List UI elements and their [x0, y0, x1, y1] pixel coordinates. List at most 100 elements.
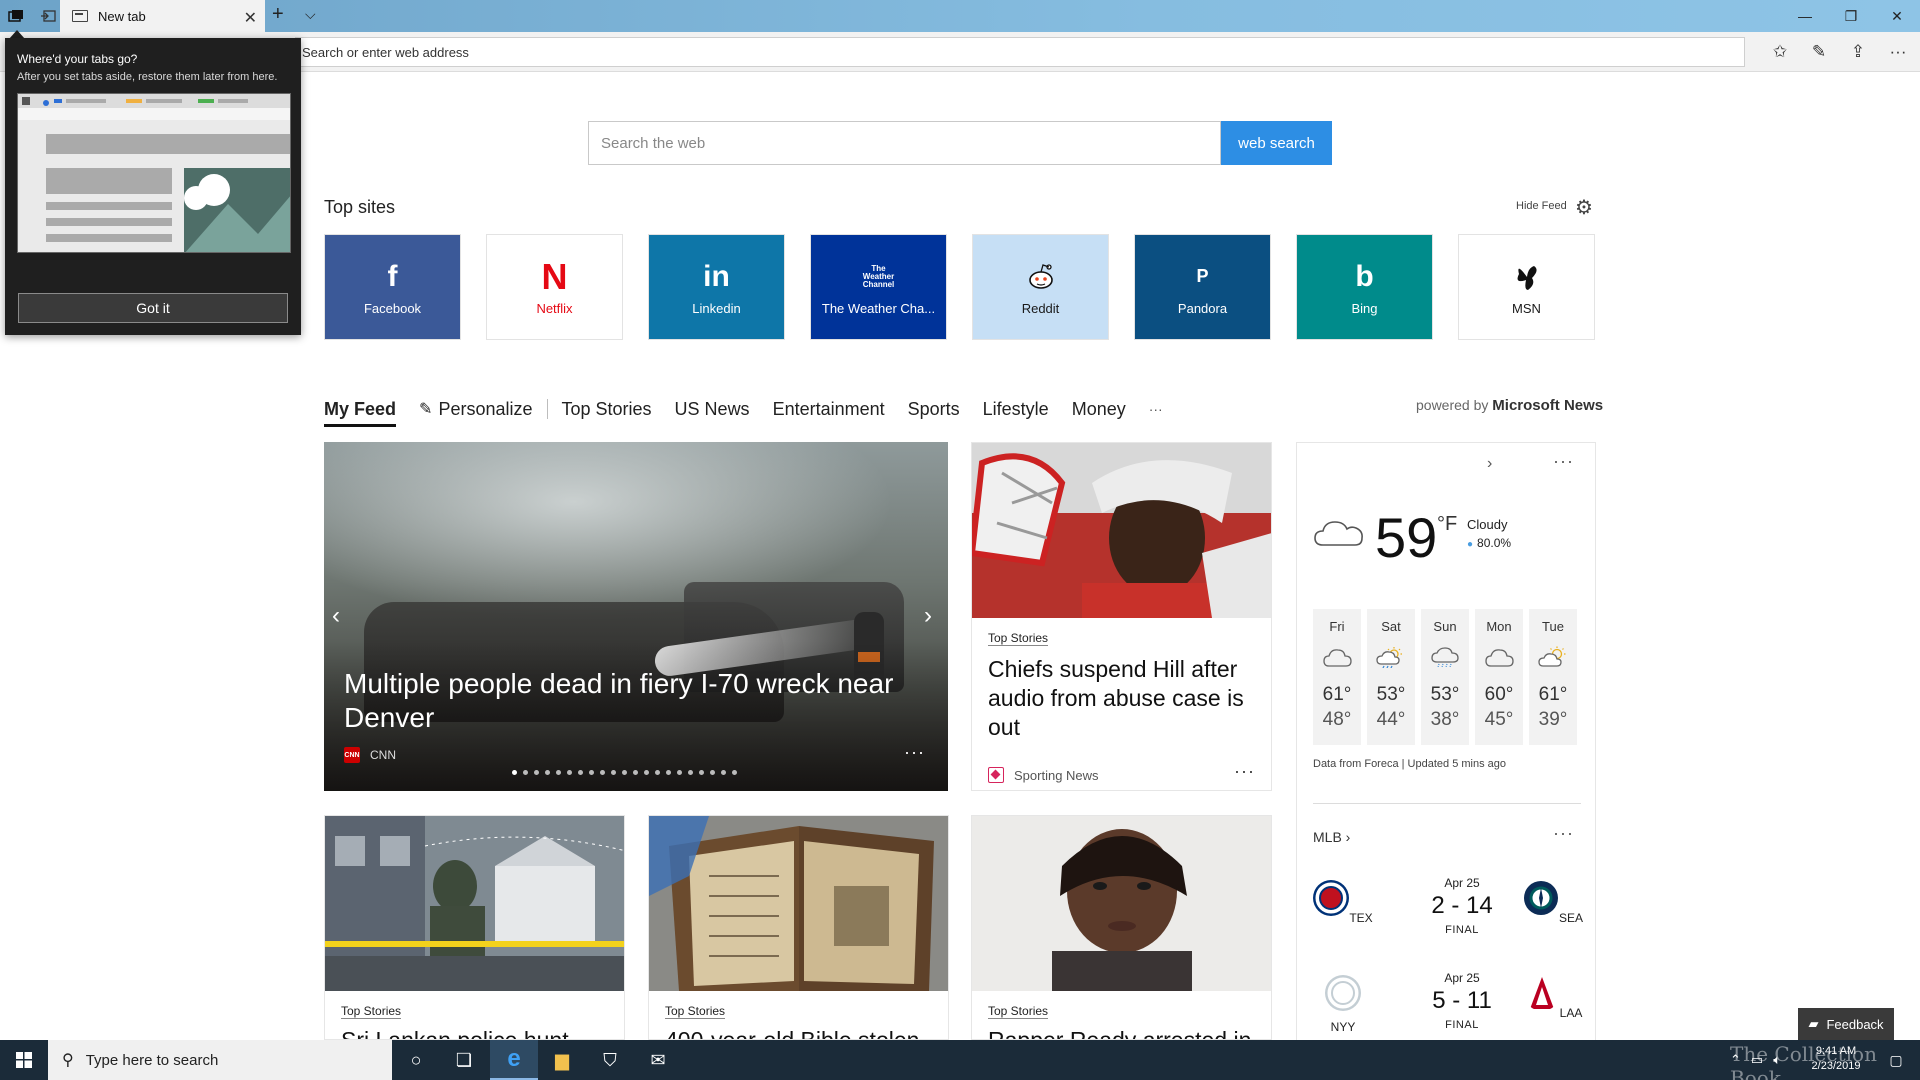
taskbar-search-input[interactable] — [85, 1051, 366, 1069]
feed-tab[interactable]: Personalize — [438, 399, 532, 420]
story-card[interactable]: Top Stories Sri Lankan police hunt — [324, 815, 625, 1040]
tab-new-tab[interactable]: New tab ✕ — [60, 0, 265, 32]
store-icon[interactable]: ⛉ — [586, 1040, 634, 1080]
feed-tab[interactable]: Money — [1072, 399, 1126, 420]
close-window-icon[interactable]: ✕ — [1874, 0, 1920, 32]
feed-tab[interactable]: Entertainment — [773, 399, 885, 420]
carousel-dot[interactable] — [666, 770, 671, 775]
feed-tab[interactable]: Sports — [908, 399, 960, 420]
web-search-button[interactable]: web search — [1221, 121, 1332, 165]
chevron-right-icon[interactable]: › — [1487, 455, 1492, 473]
more-options-icon[interactable]: ··· — [1234, 761, 1255, 782]
top-site-tile[interactable]: MSN — [1458, 234, 1595, 340]
more-options-icon[interactable]: ··· — [1553, 823, 1574, 844]
top-site-tile[interactable]: b Bing — [1296, 234, 1433, 340]
story-category[interactable]: Top Stories — [988, 1004, 1049, 1019]
carousel-dot[interactable] — [688, 770, 693, 775]
carousel-dot[interactable] — [644, 770, 649, 775]
more-categories-icon[interactable]: ··· — [1149, 401, 1163, 417]
close-tab-icon[interactable]: ✕ — [244, 8, 257, 28]
carousel-dot[interactable] — [732, 770, 737, 775]
edge-browser-icon[interactable]: e — [490, 1040, 538, 1080]
story-title[interactable]: Chiefs suspend Hill after audio from abu… — [988, 655, 1258, 742]
forecast-day[interactable]: Sun 53° 38° — [1421, 609, 1469, 745]
hero-title[interactable]: Multiple people dead in fiery I-70 wreck… — [344, 667, 924, 735]
chevron-left-icon[interactable]: ‹ — [332, 602, 340, 630]
search-input[interactable] — [588, 121, 1221, 165]
carousel-dot[interactable] — [699, 770, 704, 775]
chevron-down-icon[interactable]: ⌵ — [305, 6, 316, 23]
more-options-icon[interactable]: ··· — [904, 742, 925, 763]
favorites-star-icon[interactable]: ✩ — [1766, 40, 1794, 64]
top-site-tile[interactable]: in Linkedin — [648, 234, 785, 340]
temperature-unit[interactable]: °F — [1437, 513, 1457, 536]
mlb-title[interactable]: MLB › — [1313, 829, 1350, 845]
carousel-dot[interactable] — [633, 770, 638, 775]
new-tab-plus-icon[interactable]: + — [272, 3, 284, 26]
home-team[interactable]: NYY — [1313, 974, 1373, 1034]
carousel-dot[interactable] — [545, 770, 550, 775]
away-team[interactable]: LAA — [1523, 975, 1583, 1020]
carousel-dot[interactable] — [578, 770, 583, 775]
forecast-day[interactable]: Fri 61° 48° — [1313, 609, 1361, 745]
story-card[interactable]: Top Stories Rapper Ready arrested in — [971, 815, 1272, 1040]
more-options-icon[interactable]: ··· — [1553, 451, 1574, 472]
task-view-icon[interactable]: ❏ — [440, 1040, 488, 1080]
carousel-dot[interactable] — [567, 770, 572, 775]
top-site-tile[interactable]: N Netflix — [486, 234, 623, 340]
address-input[interactable] — [295, 37, 1745, 67]
taskbar-search[interactable]: ⚲ — [48, 1040, 392, 1080]
carousel-dot[interactable] — [677, 770, 682, 775]
tabs-aside-icon[interactable] — [4, 4, 28, 28]
more-menu-icon[interactable]: ··· — [1884, 40, 1912, 64]
feed-tab[interactable]: US News — [675, 399, 750, 420]
cortana-icon[interactable]: ○ — [392, 1040, 440, 1080]
carousel-dot[interactable] — [534, 770, 539, 775]
feed-tab[interactable]: My Feed — [324, 399, 397, 427]
carousel-dot[interactable] — [556, 770, 561, 775]
windows-start-icon[interactable] — [0, 1040, 48, 1080]
set-tabs-aside-icon[interactable] — [36, 4, 60, 28]
carousel-dot[interactable] — [523, 770, 528, 775]
top-site-tile[interactable]: Reddit — [972, 234, 1109, 340]
story-category[interactable]: Top Stories — [988, 631, 1049, 646]
story-title[interactable]: 400-year-old Bible stolen — [665, 1026, 935, 1039]
top-site-tile[interactable]: f Facebook — [324, 234, 461, 340]
mail-icon[interactable]: ✉ — [634, 1040, 682, 1080]
away-team[interactable]: SEA — [1523, 880, 1583, 925]
restore-icon[interactable]: ❐ — [1828, 0, 1874, 32]
carousel-dot[interactable] — [512, 770, 517, 775]
carousel-dot[interactable] — [600, 770, 605, 775]
hide-feed-link[interactable]: Hide Feed — [1516, 200, 1567, 212]
story-card[interactable]: Top Stories 400-year-old Bible stolen — [648, 815, 949, 1040]
story-card[interactable]: Top Stories Chiefs suspend Hill after au… — [971, 442, 1272, 791]
got-it-button[interactable]: Got it — [18, 293, 288, 323]
story-title[interactable]: Sri Lankan police hunt — [341, 1026, 611, 1039]
top-site-tile[interactable]: The Weather Channel The Weather Cha... — [810, 234, 947, 340]
mlb-game[interactable]: TEX Apr 25 2 - 14 FINAL SEA — [1297, 876, 1597, 956]
story-title[interactable]: Rapper Ready arrested in — [988, 1026, 1258, 1039]
carousel-dot[interactable] — [721, 770, 726, 775]
mlb-game[interactable]: NYY Apr 25 5 - 11 FINAL LAA — [1297, 971, 1597, 1051]
minimize-icon[interactable]: — — [1782, 0, 1828, 32]
file-explorer-icon[interactable]: ▆ — [538, 1040, 586, 1080]
feedback-button[interactable]: ▰ Feedback — [1798, 1008, 1894, 1040]
feed-tab[interactable]: Lifestyle — [983, 399, 1049, 420]
carousel-dot[interactable] — [710, 770, 715, 775]
share-icon[interactable]: ⇪ — [1844, 40, 1872, 64]
carousel-dot[interactable] — [655, 770, 660, 775]
pen-notes-icon[interactable]: ✎ — [1805, 40, 1833, 64]
story-category[interactable]: Top Stories — [665, 1004, 726, 1019]
carousel-dot[interactable] — [611, 770, 616, 775]
top-site-tile[interactable]: P Pandora — [1134, 234, 1271, 340]
forecast-day[interactable]: Mon 60° 45° — [1475, 609, 1523, 745]
gear-icon[interactable]: ⚙ — [1575, 195, 1593, 220]
carousel-dot[interactable] — [589, 770, 594, 775]
hero-story-card[interactable]: ‹ › Multiple people dead in fiery I-70 w… — [324, 442, 948, 791]
carousel-dot[interactable] — [622, 770, 627, 775]
feed-tab[interactable]: Top Stories — [562, 399, 652, 420]
forecast-day[interactable]: Sat 53° 44° — [1367, 609, 1415, 745]
forecast-day[interactable]: Tue 61° 39° — [1529, 609, 1577, 745]
story-category[interactable]: Top Stories — [341, 1004, 402, 1019]
powered-by-brand[interactable]: Microsoft News — [1492, 397, 1603, 414]
